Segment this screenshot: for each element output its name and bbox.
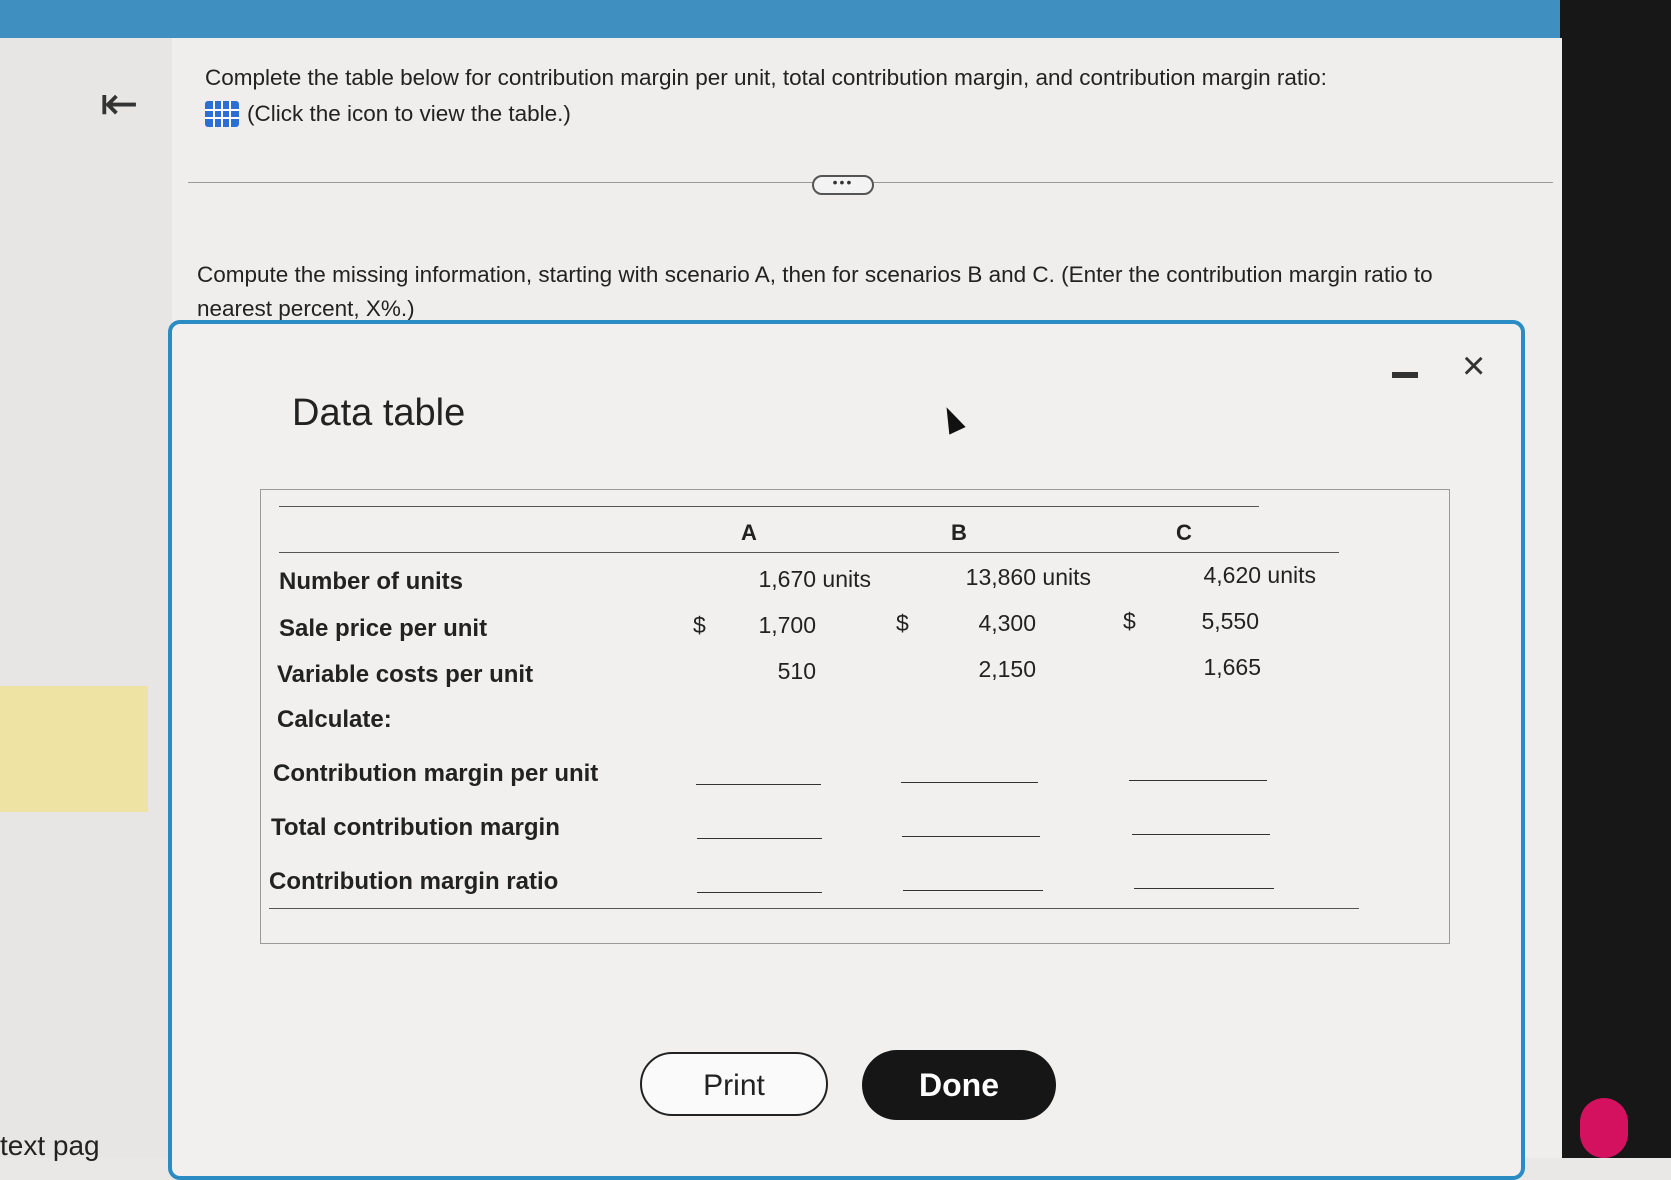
- table-link-label[interactable]: (Click the icon to view the table.): [247, 96, 571, 132]
- cell-b-units: 13,860 units: [965, 564, 1091, 590]
- pink-indicator: [1580, 1098, 1628, 1158]
- row-label-units: Number of units: [279, 568, 463, 595]
- header-rule: [279, 552, 1339, 553]
- cell-a-units: 1,670 units: [758, 566, 871, 592]
- cell-c-price: 5,550: [1201, 608, 1259, 634]
- highlight-block: [0, 686, 148, 812]
- modal-title: Data table: [292, 392, 466, 434]
- answer-b-total-cm[interactable]: [902, 836, 1040, 837]
- row-label-price: Sale price per unit: [279, 615, 488, 642]
- done-button[interactable]: Done: [862, 1050, 1056, 1120]
- table-grid-icon[interactable]: [205, 101, 239, 127]
- answer-c-cm-ratio[interactable]: [1134, 888, 1274, 889]
- answer-b-cm-ratio[interactable]: [903, 890, 1043, 891]
- cell-b-price: 4,300: [978, 610, 1036, 636]
- instructions: Complete the table below for contributio…: [205, 60, 1327, 132]
- table-bottom-rule: [269, 908, 1359, 909]
- top-bar: [0, 0, 1575, 38]
- expand-dots-button[interactable]: •••: [812, 175, 874, 195]
- instruction-text: Complete the table below for contributio…: [205, 65, 1327, 90]
- left-sidebar: [0, 38, 173, 1158]
- column-header-c: C: [1176, 520, 1192, 545]
- data-table-modal: Data table × A B C Number of units 1,670…: [168, 320, 1525, 1180]
- cell-a-variable: 510: [777, 658, 816, 684]
- currency-c: $: [1123, 608, 1136, 634]
- row-label-cm-per-unit: Contribution margin per unit: [273, 760, 599, 787]
- sidebar-text[interactable]: text pag: [0, 1130, 100, 1162]
- currency-a: $: [693, 612, 706, 638]
- answer-a-cm-ratio[interactable]: [697, 892, 822, 893]
- cell-b-variable: 2,150: [978, 656, 1036, 682]
- compute-instruction: Compute the missing information, startin…: [197, 262, 1433, 321]
- close-icon[interactable]: ×: [1462, 346, 1485, 386]
- cell-c-variable: 1,665: [1203, 654, 1261, 680]
- collapse-back-icon[interactable]: ⇤: [100, 80, 139, 126]
- answer-b-cm-per-unit[interactable]: [901, 782, 1038, 783]
- answer-c-cm-per-unit[interactable]: [1129, 780, 1267, 781]
- row-label-cm-ratio: Contribution margin ratio: [269, 868, 559, 895]
- calculate-label: Calculate:: [277, 706, 392, 733]
- column-header-b: B: [951, 520, 967, 545]
- column-header-a: A: [741, 520, 757, 545]
- answer-a-total-cm[interactable]: [697, 838, 822, 839]
- print-button[interactable]: Print: [640, 1052, 828, 1116]
- cell-a-price: 1,700: [758, 612, 816, 638]
- currency-b: $: [896, 610, 909, 636]
- cell-c-units: 4,620 units: [1203, 562, 1316, 588]
- answer-c-total-cm[interactable]: [1132, 834, 1270, 835]
- data-table: A B C Number of units 1,670 units 13,860…: [260, 489, 1450, 944]
- table-link[interactable]: (Click the icon to view the table.): [205, 96, 1327, 132]
- screen-bezel: [1560, 0, 1671, 1158]
- minimize-icon[interactable]: [1392, 372, 1418, 378]
- row-label-variable: Variable costs per unit: [277, 661, 534, 688]
- row-label-total-cm: Total contribution margin: [271, 814, 560, 841]
- table-top-rule: [279, 506, 1259, 507]
- answer-a-cm-per-unit[interactable]: [696, 784, 821, 785]
